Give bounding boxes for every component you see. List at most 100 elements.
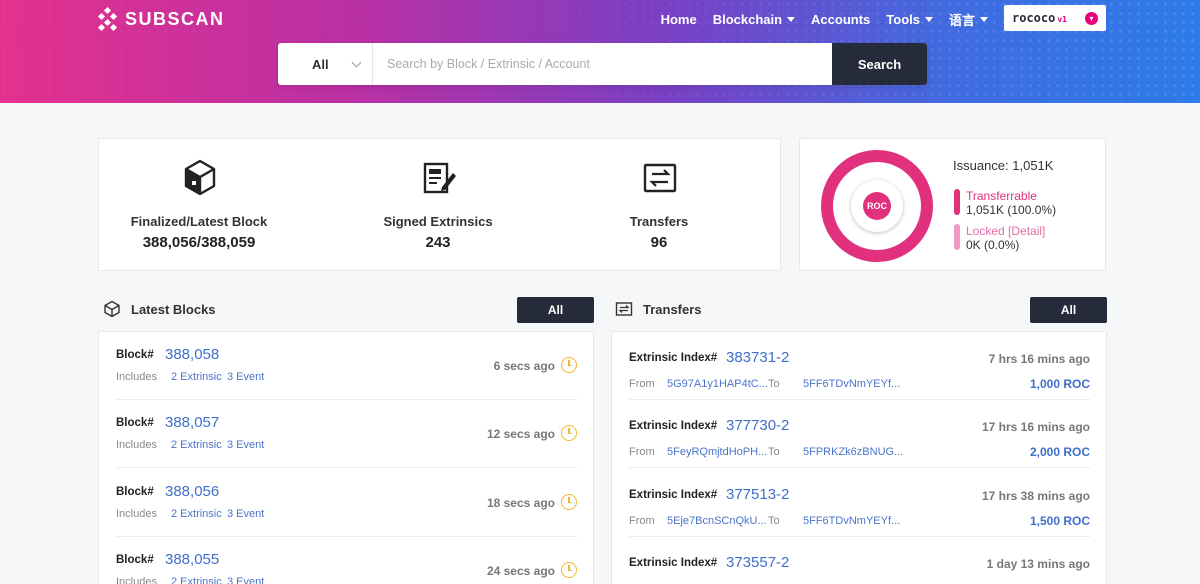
block-label: Block# xyxy=(116,349,154,361)
issuance-card: ROC Issuance: 1,051K Transferrable 1,051… xyxy=(799,138,1106,271)
extrinsic-index-link[interactable]: 373557-2 xyxy=(726,554,789,571)
includes-label: Includes xyxy=(116,508,157,520)
transfer-row: Extrinsic Index# 373557-2 1 day 13 mins … xyxy=(629,537,1090,584)
logo-mark-icon xyxy=(97,6,119,32)
transfer-outline-icon xyxy=(615,302,633,316)
block-number-link[interactable]: 388,057 xyxy=(165,414,219,431)
issuance-donut-chart: ROC xyxy=(821,150,933,262)
clock-icon xyxy=(561,425,577,441)
nav-home[interactable]: Home xyxy=(661,12,697,27)
legend-label: Transferrable xyxy=(966,189,1037,203)
clock-icon xyxy=(561,357,577,373)
stat-label: Finalized/Latest Block xyxy=(130,214,268,229)
extrinsic-index-label: Extrinsic Index# xyxy=(629,420,718,432)
stat-value: 388,056/388,059 xyxy=(142,234,256,251)
to-label: To xyxy=(768,378,780,390)
latest-blocks-list: Block# 388,058 Includes 2 Extrinsic 3 Ev… xyxy=(98,331,594,584)
to-address-link[interactable]: 5FF6TDvNmYEYf... xyxy=(803,378,900,390)
includes-label: Includes xyxy=(116,371,157,383)
clock-icon xyxy=(561,494,577,510)
extrinsic-link[interactable]: 2 Extrinsic xyxy=(171,576,222,584)
from-address-link[interactable]: 5Eje7BcnSCnQkU... xyxy=(667,515,767,527)
caret-down-icon xyxy=(787,17,796,22)
includes-label: Includes xyxy=(116,576,157,584)
subscan-logo[interactable]: SUBSCAN xyxy=(97,6,225,32)
to-label: To xyxy=(768,446,780,458)
legend-locked[interactable]: Locked [Detail] 0K (0.0%) xyxy=(954,224,1045,252)
legend-label-link[interactable]: Locked [Detail] xyxy=(966,224,1045,238)
header-banner: SUBSCAN Home Blockchain Accounts Tools 语… xyxy=(0,0,1200,103)
transfers-list: Extrinsic Index# 383731-2 7 hrs 16 mins … xyxy=(611,331,1107,584)
transfer-time: 1 day 13 mins ago xyxy=(986,557,1090,571)
main-nav: Home Blockchain Accounts Tools 语言 xyxy=(661,10,988,29)
blocks-all-button[interactable]: All xyxy=(517,297,594,323)
search-filter-select[interactable]: All xyxy=(278,43,373,85)
from-address-link[interactable]: 5FeyRQmjtdHoPH... xyxy=(667,446,767,458)
block-number-link[interactable]: 388,055 xyxy=(165,551,219,568)
legend-swatch xyxy=(954,189,960,215)
network-selector[interactable]: rococo v1 ▾ xyxy=(1004,5,1106,31)
extrinsic-index-label: Extrinsic Index# xyxy=(629,352,718,364)
document-edit-icon xyxy=(423,162,456,194)
transfer-amount: 2,000 ROC xyxy=(1029,445,1090,459)
transfer-time: 7 hrs 16 mins ago xyxy=(988,352,1090,366)
transfer-time: 17 hrs 38 mins ago xyxy=(981,489,1090,503)
logo-text: SUBSCAN xyxy=(125,8,225,29)
transfer-time: 17 hrs 16 mins ago xyxy=(981,420,1090,434)
legend-value: 1,051K (100.0%) xyxy=(966,203,1057,217)
block-number-link[interactable]: 388,058 xyxy=(165,346,219,363)
stat-label: Signed Extrinsics xyxy=(383,214,493,229)
search-input[interactable] xyxy=(373,43,832,85)
extrinsic-index-label: Extrinsic Index# xyxy=(629,489,718,501)
event-link[interactable]: 3 Event xyxy=(227,371,264,383)
transfer-amount: 1,000 ROC xyxy=(1029,377,1090,391)
search-filter-value: All xyxy=(312,56,329,72)
nav-blockchain[interactable]: Blockchain xyxy=(713,12,796,27)
from-label: From xyxy=(629,378,655,390)
legend-value: 0K (0.0%) xyxy=(966,238,1020,252)
stat-label: Transfers xyxy=(629,214,689,229)
section-title: Latest Blocks xyxy=(131,301,216,317)
block-label: Block# xyxy=(116,486,154,498)
transfer-row: Extrinsic Index# 377513-2 17 hrs 38 mins… xyxy=(629,469,1090,537)
block-time: 6 secs ago xyxy=(493,359,555,373)
nav-tools[interactable]: Tools xyxy=(886,12,933,27)
from-label: From xyxy=(629,446,655,458)
transfer-amount: 1,500 ROC xyxy=(1029,514,1090,528)
transfers-all-button[interactable]: All xyxy=(1030,297,1107,323)
transfer-row: Extrinsic Index# 383731-2 7 hrs 16 mins … xyxy=(629,332,1090,400)
to-address-link[interactable]: 5FPRKZk6zBNUG... xyxy=(803,446,903,458)
block-row: Block# 388,056 Includes 2 Extrinsic 3 Ev… xyxy=(116,469,577,537)
nav-accounts[interactable]: Accounts xyxy=(811,12,870,27)
transfer-icon xyxy=(643,163,677,193)
block-time: 18 secs ago xyxy=(486,496,555,510)
clock-icon xyxy=(561,562,577,578)
from-address-link[interactable]: 5G97A1y1HAP4tC... xyxy=(667,378,768,390)
event-link[interactable]: 3 Event xyxy=(227,439,264,451)
extrinsic-index-link[interactable]: 383731-2 xyxy=(726,349,789,366)
block-time: 12 secs ago xyxy=(486,427,555,441)
from-label: From xyxy=(629,515,655,527)
event-link[interactable]: 3 Event xyxy=(227,508,264,520)
nav-language[interactable]: 语言 xyxy=(949,10,988,29)
extrinsic-link[interactable]: 2 Extrinsic xyxy=(171,439,222,451)
extrinsic-link[interactable]: 2 Extrinsic xyxy=(171,371,222,383)
search-button[interactable]: Search xyxy=(832,43,927,85)
extrinsic-link[interactable]: 2 Extrinsic xyxy=(171,508,222,520)
transfer-row: Extrinsic Index# 377730-2 17 hrs 16 mins… xyxy=(629,400,1090,468)
extrinsic-index-link[interactable]: 377513-2 xyxy=(726,486,789,503)
section-title: Transfers xyxy=(643,301,702,317)
to-address-link[interactable]: 5FF6TDvNmYEYf... xyxy=(803,515,900,527)
block-number-link[interactable]: 388,056 xyxy=(165,483,219,500)
block-label: Block# xyxy=(116,554,154,566)
block-row: Block# 388,055 Includes 2 Extrinsic 3 Ev… xyxy=(116,537,577,584)
extrinsic-index-link[interactable]: 377730-2 xyxy=(726,417,789,434)
issuance-total: Issuance: 1,051K xyxy=(953,158,1054,173)
chevron-down-icon xyxy=(351,57,362,67)
includes-label: Includes xyxy=(116,439,157,451)
event-link[interactable]: 3 Event xyxy=(227,576,264,584)
block-row: Block# 388,058 Includes 2 Extrinsic 3 Ev… xyxy=(116,332,577,400)
network-name: rococo v1 xyxy=(1012,11,1067,25)
block-label: Block# xyxy=(116,417,154,429)
cube-outline-icon xyxy=(104,300,120,318)
